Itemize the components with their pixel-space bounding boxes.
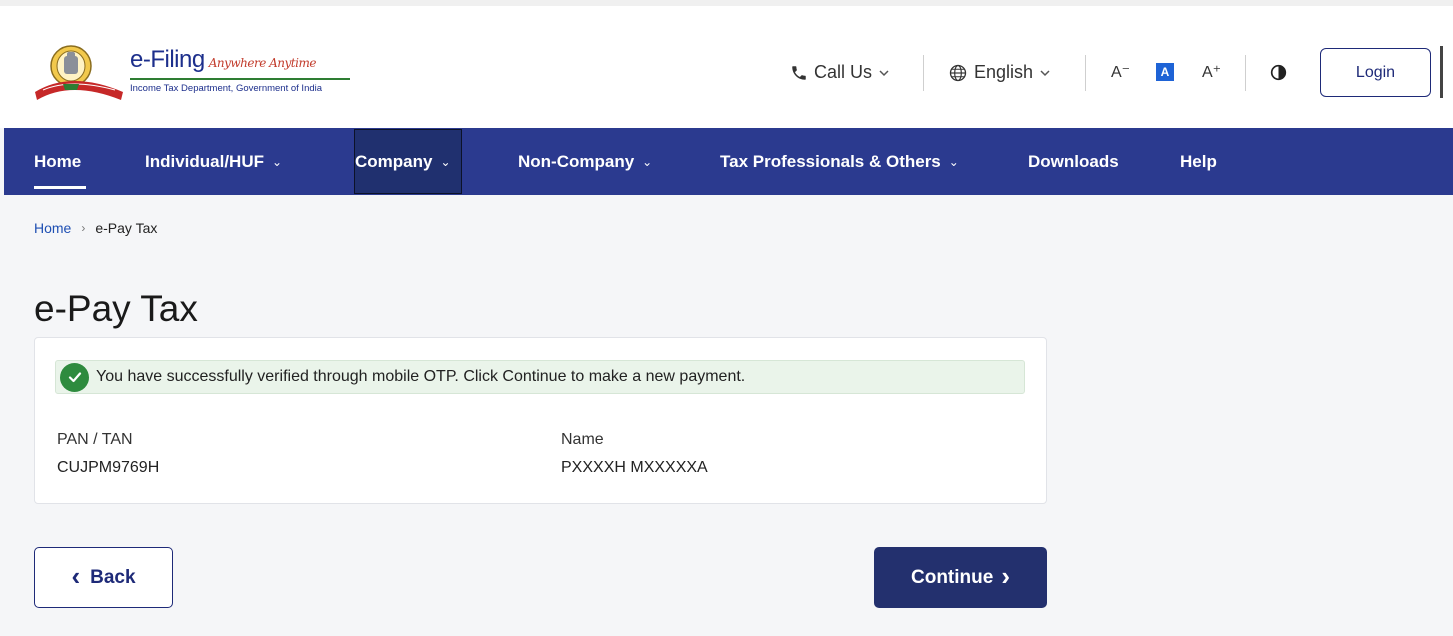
brand-title: e-Filing Anywhere Anytime xyxy=(130,46,316,74)
brand-tagline: Anywhere Anytime xyxy=(208,56,317,70)
nav-item-label: Help xyxy=(1180,151,1217,171)
brand-title-text: e-Filing xyxy=(130,46,205,73)
nav-item-help[interactable]: Help xyxy=(1180,128,1217,195)
efiling-logo[interactable]: e-Filing Anywhere Anytime Income Tax Depa… xyxy=(33,36,363,106)
nav-item-downloads[interactable]: Downloads xyxy=(1028,128,1119,195)
back-button-label: Back xyxy=(90,566,136,588)
header-divider xyxy=(1085,55,1086,91)
call-us-label: Call Us xyxy=(814,62,873,82)
main-nav: Home Individual/HUF ⌄ Company ⌄ Non-Compan… xyxy=(4,128,1453,195)
chevron-left-icon: ‹ xyxy=(71,561,81,591)
verification-card: You have successfully verified through m… xyxy=(34,337,1047,504)
phone-icon xyxy=(792,65,806,80)
nav-item-label: Downloads xyxy=(1028,151,1119,171)
chevron-down-icon: ⌄ xyxy=(440,154,451,169)
chevron-down-icon: ⌄ xyxy=(272,154,283,169)
call-us-dropdown[interactable]: Call Us xyxy=(790,62,890,83)
top-header: e-Filing Anywhere Anytime Income Tax Depa… xyxy=(0,0,1453,128)
brand-subtitle: Income Tax Department, Government of Ind… xyxy=(130,83,323,94)
breadcrumb-home-link[interactable]: Home xyxy=(34,220,71,236)
brand-underline xyxy=(130,78,350,80)
back-button[interactable]: ‹ Back xyxy=(34,547,173,608)
success-alert-text: You have successfully verified through m… xyxy=(96,368,746,385)
globe-icon xyxy=(949,64,967,81)
name-value: PXXXXH MXXXXXA xyxy=(561,459,708,476)
nav-item-label: Company xyxy=(355,151,433,171)
header-divider xyxy=(923,55,924,91)
nav-item-label: Tax Professionals & Others xyxy=(720,151,941,171)
contrast-icon[interactable] xyxy=(1270,64,1287,81)
pan-tan-value: CUJPM9769H xyxy=(57,459,160,476)
header-divider xyxy=(1245,55,1246,91)
chevron-right-icon: › xyxy=(1001,561,1010,591)
nav-item-home[interactable]: Home xyxy=(34,128,81,195)
nav-item-individual-huf[interactable]: Individual/HUF ⌄ xyxy=(145,128,282,195)
success-alert: You have successfully verified through m… xyxy=(55,360,1025,394)
nav-active-indicator xyxy=(34,186,86,189)
login-button[interactable]: Login xyxy=(1320,48,1431,97)
chevron-down-icon: ⌄ xyxy=(642,154,653,169)
breadcrumb-separator: › xyxy=(81,221,86,235)
language-label: English xyxy=(974,62,1034,82)
scroll-edge xyxy=(1440,46,1443,98)
nav-item-non-company[interactable]: Non-Company ⌄ xyxy=(518,128,652,195)
page-title: e-Pay Tax xyxy=(34,288,198,329)
decrease-font-button[interactable]: A⁻ xyxy=(1111,62,1130,82)
increase-font-button[interactable]: A⁺ xyxy=(1202,62,1221,82)
nav-item-tax-professionals[interactable]: Tax Professionals & Others ⌄ xyxy=(720,128,959,195)
name-label: Name xyxy=(561,431,604,448)
default-font-button[interactable]: A xyxy=(1156,63,1174,81)
chevron-down-icon xyxy=(1040,69,1050,76)
nav-item-company[interactable]: Company ⌄ xyxy=(355,128,451,195)
continue-button-label: Continue xyxy=(911,566,994,588)
nav-item-label: Home xyxy=(34,151,82,171)
nav-item-label: Non-Company xyxy=(518,151,635,171)
check-circle-icon xyxy=(60,362,89,392)
chevron-down-icon xyxy=(879,69,889,76)
nav-item-label: Individual/HUF xyxy=(145,151,264,171)
breadcrumb-current: e-Pay Tax xyxy=(95,220,158,236)
government-emblem-icon xyxy=(35,45,123,100)
chevron-down-icon: ⌄ xyxy=(948,154,959,169)
breadcrumb: Home › e-Pay Tax xyxy=(34,220,157,236)
pan-tan-label: PAN / TAN xyxy=(57,431,133,448)
continue-button[interactable]: Continue › xyxy=(874,547,1047,608)
language-dropdown[interactable]: English xyxy=(948,62,1051,83)
